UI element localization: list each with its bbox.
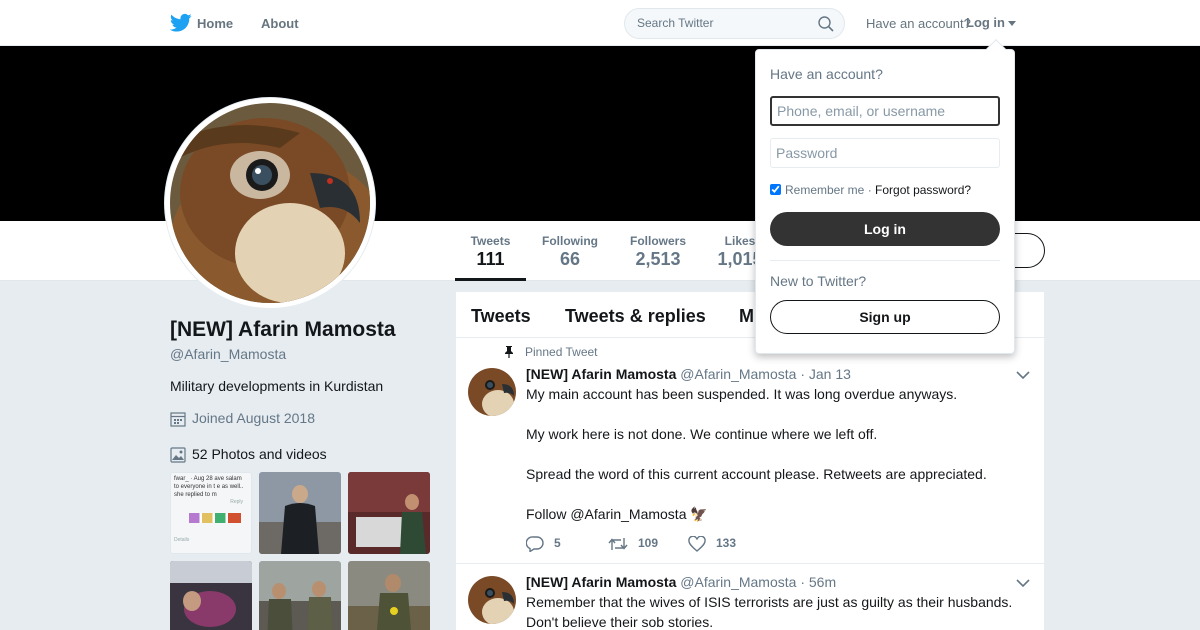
media-thumbnail[interactable] <box>170 561 252 630</box>
stat-tweets[interactable]: Tweets 111 <box>455 221 526 281</box>
tweet-header: [NEW] Afarin Mamosta @Afarin_Mamosta · J… <box>526 366 851 382</box>
tweet-line: My main account has been suspended. It w… <box>526 386 958 402</box>
tab-tweets-replies[interactable]: Tweets & replies <box>565 306 706 327</box>
nav-about-link[interactable]: About <box>261 16 299 31</box>
tweet-header: [NEW] Afarin Mamosta @Afarin_Mamosta · 5… <box>526 574 836 590</box>
media-thumbnail[interactable] <box>348 472 430 554</box>
login-dropdown-toggle[interactable]: Log in <box>966 15 1005 30</box>
top-navigation-bar: Home About Have an account? Log in <box>0 0 1200 46</box>
tweet-avatar[interactable] <box>468 368 516 416</box>
pin-icon <box>505 346 513 358</box>
stat-value: 111 <box>476 249 505 269</box>
new-to-twitter-text: New to Twitter? <box>770 273 867 289</box>
have-account-text: Have an account? <box>866 16 971 31</box>
profile-name[interactable]: [NEW] Afarin Mamosta <box>170 318 396 342</box>
tweet-date[interactable]: 56m <box>809 574 836 590</box>
separator: · <box>867 183 872 197</box>
media-thumbnail[interactable]: fwar_ · Aug 28 ave salam to everyone in … <box>170 472 252 554</box>
media-thumbnail[interactable] <box>348 561 430 630</box>
image-icon <box>170 447 186 463</box>
stat-label: Tweets <box>470 234 511 248</box>
search-icon[interactable] <box>818 16 834 32</box>
thumbnail-details-label: Details <box>174 537 190 543</box>
like-count: 133 <box>716 536 737 551</box>
tweet-author-name[interactable]: [NEW] Afarin Mamosta <box>526 574 676 590</box>
search-input[interactable] <box>637 16 812 30</box>
separator: · <box>800 574 805 590</box>
thumbnail-text: fwar_ · Aug 28 ave salam to everyone in … <box>174 476 244 498</box>
reply-icon <box>525 536 544 553</box>
separator: · <box>800 366 805 382</box>
remember-me-label[interactable]: Remember me <box>785 183 864 197</box>
media-thumbnail[interactable] <box>259 561 341 630</box>
dropdown-title: Have an account? <box>770 66 883 82</box>
chevron-down-icon[interactable] <box>1016 578 1030 588</box>
divider <box>770 260 1000 261</box>
photos-label: 52 Photos and videos <box>192 446 327 462</box>
remember-me-checkbox[interactable] <box>770 184 781 195</box>
sticker-row <box>189 513 241 523</box>
username-input[interactable] <box>770 96 1000 126</box>
media-thumbnail[interactable] <box>259 472 341 554</box>
password-input[interactable] <box>770 138 1000 168</box>
nav-home-link[interactable]: Home <box>197 16 233 31</box>
stat-value: 66 <box>559 249 581 269</box>
tweet-line: My work here is not done. We continue wh… <box>526 426 878 442</box>
tab-tweets[interactable]: Tweets <box>471 306 531 327</box>
tweet-date[interactable]: Jan 13 <box>809 366 851 382</box>
calendar-icon <box>170 412 186 427</box>
photos-videos-link[interactable]: 52 Photos and videos <box>170 446 327 463</box>
retweet-icon <box>608 538 628 550</box>
twitter-bird-icon[interactable] <box>170 13 192 33</box>
retweet-action[interactable]: 109 <box>608 536 658 552</box>
chevron-down-icon[interactable] <box>1016 370 1030 380</box>
signup-button[interactable]: Sign up <box>770 300 1000 334</box>
login-button[interactable]: Log in <box>770 212 1000 246</box>
thumbnail-reply-label: Reply <box>230 499 243 505</box>
search-box <box>624 8 845 39</box>
tweet-line: Spread the word of this current account … <box>526 466 987 482</box>
profile-avatar[interactable] <box>165 98 375 308</box>
heart-icon <box>688 535 706 552</box>
joined-text: Joined August 2018 <box>192 410 315 426</box>
pinned-label: Pinned Tweet <box>525 345 598 359</box>
forgot-password-link[interactable]: Forgot password? <box>875 183 971 197</box>
retweet-count: 109 <box>638 536 659 551</box>
login-dropdown: Have an account? Remember me · Forgot pa… <box>755 39 1015 354</box>
reply-count: 5 <box>554 536 561 551</box>
tweet[interactable]: [NEW] Afarin Mamosta @Afarin_Mamosta · 5… <box>456 564 1044 630</box>
tweet-line: Remember that the wives of ISIS terroris… <box>526 594 1013 630</box>
tweet-author-name[interactable]: [NEW] Afarin Mamosta <box>526 366 676 382</box>
tweet-author-handle[interactable]: @Afarin_Mamosta <box>680 366 796 382</box>
stat-value: 2,513 <box>635 249 681 269</box>
tweet-text: My main account has been suspended. It w… <box>526 384 1026 524</box>
caret-down-icon[interactable] <box>1008 21 1016 26</box>
hawk-avatar-image <box>170 103 370 303</box>
reply-action[interactable]: 5 <box>525 536 561 553</box>
profile-bio: Military developments in Kurdistan <box>170 378 384 394</box>
tweet-text: Remember that the wives of ISIS terroris… <box>526 592 1026 630</box>
like-action[interactable]: 133 <box>688 535 737 552</box>
profile-handle[interactable]: @Afarin_Mamosta <box>170 346 286 362</box>
tweet-author-handle[interactable]: @Afarin_Mamosta <box>680 574 796 590</box>
stat-following[interactable]: Following 66 <box>532 221 608 281</box>
stat-followers[interactable]: Followers 2,513 <box>620 221 696 281</box>
tab-media[interactable]: M <box>739 306 754 327</box>
tweet[interactable]: Pinned Tweet [NEW] Afarin Mamosta @Afari… <box>456 338 1044 564</box>
tweet-line: Follow @Afarin_Mamosta 🦅 <box>526 506 708 522</box>
stat-label: Following <box>542 234 598 248</box>
joined-date: Joined August 2018 <box>170 410 315 427</box>
remember-row: Remember me · Forgot password? <box>770 183 971 197</box>
tweet-avatar[interactable] <box>468 576 516 624</box>
stat-label: Followers <box>629 234 686 248</box>
